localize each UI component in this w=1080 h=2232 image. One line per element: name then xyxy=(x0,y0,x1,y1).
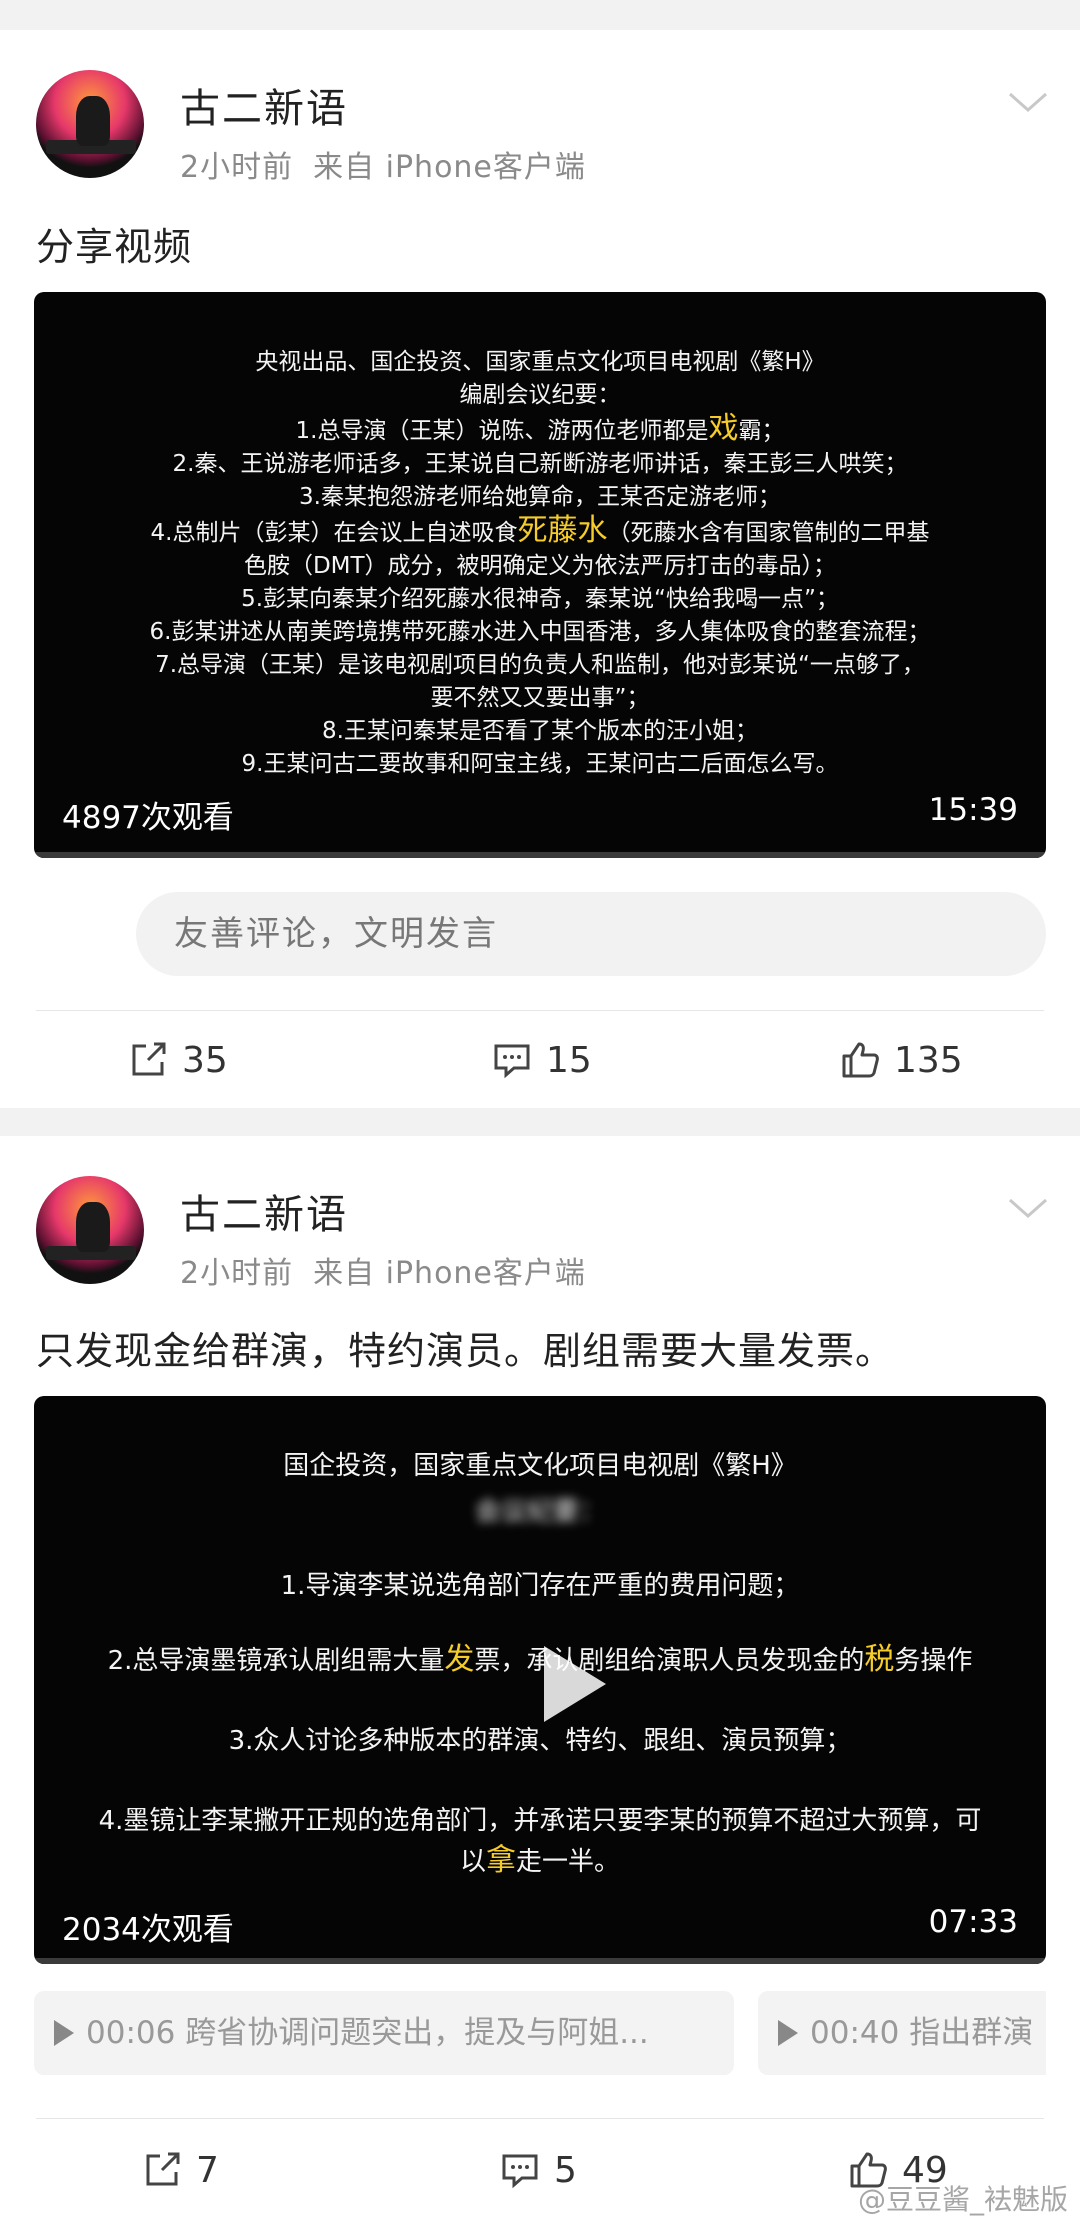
post-source: 来自 iPhone客户端 xyxy=(313,1256,586,1291)
video-line: 编剧会议纪要： xyxy=(459,382,621,408)
username[interactable]: 古二新语 xyxy=(180,76,348,134)
divider xyxy=(36,2118,1044,2119)
video-duration: 07:33 xyxy=(928,1904,1018,1940)
post-source: 来自 iPhone客户端 xyxy=(313,150,586,185)
share-icon xyxy=(146,2152,180,2186)
comment-icon xyxy=(502,2154,538,2189)
username[interactable]: 古二新语 xyxy=(180,1182,348,1240)
video-line: 要不然又又要出事”； xyxy=(430,685,650,711)
video-line: 8.王某问秦某是否看了某个版本的汪小姐； xyxy=(322,718,758,744)
share-count: 7 xyxy=(196,2149,219,2191)
video-player[interactable]: 央视出品、国企投资、国家重点文化项目电视剧《繁H》 编剧会议纪要： 1.总导演（… xyxy=(34,292,1046,858)
user-avatar[interactable] xyxy=(36,70,144,178)
share-icon xyxy=(132,1042,166,1076)
video-line: 2.总导演墨镜承认剧组需大量发票，承认剧组给演职人员发现金的税务操作 xyxy=(107,1642,973,1677)
chapter-chip[interactable]: 00:06 跨省协调问题突出，提及与阿姐... xyxy=(34,1991,734,2075)
watermark: @豆豆酱_袪魅版 xyxy=(857,2183,1068,2216)
play-icon xyxy=(778,2019,798,2046)
divider xyxy=(36,1010,1044,1011)
chapter-chip[interactable]: 00:40 指出群演 xyxy=(758,1991,1046,2075)
comment-input[interactable]: 友善评论，文明发言 xyxy=(136,892,1046,976)
chevron-down-icon[interactable] xyxy=(1006,86,1050,116)
comment-button[interactable]: 15 xyxy=(490,1038,592,1082)
video-line: 6.彭某讲述从南美跨境携带死藤水进入中国香港，多人集体吸食的整套流程； xyxy=(149,619,931,645)
comment-count: 15 xyxy=(546,1039,592,1081)
user-avatar[interactable] xyxy=(36,1176,144,1284)
video-line: 会议纪要： xyxy=(474,1497,605,1527)
video-line: 7.总导演（王某）是该电视剧项目的负责人和监制，他对彭某说“一点够了， xyxy=(155,652,925,678)
video-line: 3.众人讨论多种版本的群演、特约、跟组、演员预算； xyxy=(228,1726,852,1756)
video-line: 2.秦、王说游老师话多，王某说自己新断游老师讲话，秦王彭三人哄笑； xyxy=(172,451,908,477)
video-frame-text: 国企投资，国家重点文化项目电视剧《繁H》 会议纪要： 1.导演李某说选角部门存在… xyxy=(34,1446,1046,1882)
view-count: 2034次观看 xyxy=(62,1912,234,1948)
share-button[interactable]: 35 xyxy=(126,1038,228,1082)
weibo-post: 古二新语 2小时前 来自 iPhone客户端 只发现金给群演，特约演员。剧组需要大… xyxy=(0,1136,1080,2232)
video-line: 4.总制片（彭某）在会议上自述吸食死藤水（死藤水含有国家管制的二甲基 xyxy=(150,513,930,548)
comment-button[interactable]: 5 xyxy=(498,2148,577,2192)
post-time: 2小时前 xyxy=(180,1256,294,1291)
video-player[interactable]: 国企投资，国家重点文化项目电视剧《繁H》 会议纪要： 1.导演李某说选角部门存在… xyxy=(34,1396,1046,1964)
post-text: 只发现金给群演，特约演员。剧组需要大量发票。 xyxy=(36,1329,895,1373)
comment-count: 5 xyxy=(554,2149,577,2191)
weibo-post: 古二新语 2小时前 来自 iPhone客户端 分享视频 央视出品、国企投资、国家重… xyxy=(0,30,1080,1108)
video-line: 以拿走一半。 xyxy=(459,1843,621,1878)
comment-icon xyxy=(494,1044,530,1079)
video-line: 5.彭某向秦某介绍死藤水很神奇，秦某说“快给我喝一点”； xyxy=(241,586,839,612)
video-line: 3.秦某抱怨游老师给她算命，王某否定游老师； xyxy=(299,484,781,510)
view-count: 4897次观看 xyxy=(62,800,234,836)
video-progress-bar[interactable] xyxy=(34,852,1046,858)
play-icon xyxy=(54,2019,74,2046)
like-count: 135 xyxy=(894,1039,963,1081)
share-count: 35 xyxy=(182,1039,228,1081)
post-meta: 2小时前 来自 iPhone客户端 xyxy=(180,1248,586,1292)
post-time: 2小时前 xyxy=(180,150,294,185)
video-line: 色胺（DMT）成分，被明确定义为依法严厉打击的毒品）； xyxy=(243,553,837,579)
share-button[interactable]: 7 xyxy=(140,2148,219,2192)
video-progress-bar[interactable] xyxy=(34,1958,1046,1964)
thumbs-up-icon xyxy=(842,1042,879,1078)
video-line: 1.导演李某说选角部门存在严重的费用问题； xyxy=(280,1571,800,1601)
video-line: 1.总导演（王某）说陈、游两位老师都是戏霸； xyxy=(295,411,785,446)
video-frame-text: 央视出品、国企投资、国家重点文化项目电视剧《繁H》 编剧会议纪要： 1.总导演（… xyxy=(34,346,1046,781)
video-line: 央视出品、国企投资、国家重点文化项目电视剧《繁H》 xyxy=(255,349,825,375)
chevron-down-icon[interactable] xyxy=(1006,1192,1050,1222)
play-icon[interactable] xyxy=(544,1646,606,1722)
video-line: 国企投资，国家重点文化项目电视剧《繁H》 xyxy=(283,1451,797,1481)
like-button[interactable]: 135 xyxy=(838,1038,963,1082)
video-line: 4.墨镜让李某撇开正规的选角部门，并承诺只要李某的预算不超过大预算，可 xyxy=(98,1806,982,1836)
post-meta: 2小时前 来自 iPhone客户端 xyxy=(180,142,586,186)
video-line: 9.王某问古二要故事和阿宝主线，王某问古二后面怎么写。 xyxy=(241,751,839,777)
chapter-list: 00:06 跨省协调问题突出，提及与阿姐... 00:40 指出群演 xyxy=(34,1991,1046,2075)
post-text: 分享视频 xyxy=(36,225,193,269)
video-duration: 15:39 xyxy=(928,792,1018,828)
